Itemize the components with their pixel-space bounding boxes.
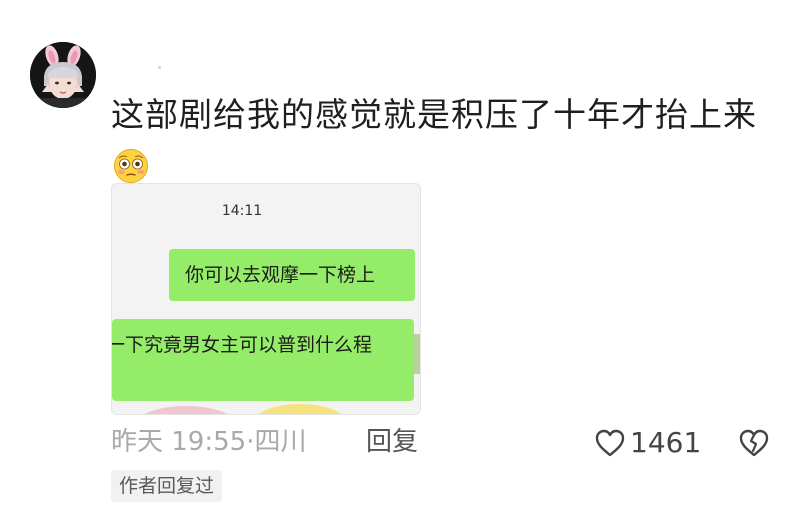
comment-item: 这部剧给我的感觉就是积压了十年才抬上来 14:11 你可以去观摩一下榜上 一下究… [0, 0, 800, 523]
attached-chat-screenshot[interactable]: 14:11 你可以去观摩一下榜上 一下究竟男女主可以普到什么程 [111, 183, 421, 415]
chat-bubble-2-edge [414, 334, 420, 374]
username-placeholder [158, 66, 161, 69]
user-avatar[interactable] [30, 42, 96, 108]
comment-time-location: 昨天 19:55·四川 [111, 427, 307, 457]
like-button[interactable]: 1461 [594, 425, 701, 461]
heart-outline-icon [595, 429, 625, 457]
like-count: 1461 [630, 426, 702, 459]
avatar-image [30, 42, 96, 108]
comment-text-content: 这部剧给我的感觉就是积压了十年才抬上来 [111, 95, 757, 134]
chat-timestamp: 14:11 [221, 203, 263, 219]
dislike-button[interactable] [738, 427, 770, 459]
flushed-face-emoji-icon [114, 149, 148, 183]
chat-bubble-1: 你可以去观摩一下榜上 [169, 249, 415, 301]
chat-bubble-2: 一下究竟男女主可以普到什么程 [112, 319, 414, 401]
broken-heart-icon [739, 429, 769, 457]
comment-text: 这部剧给我的感觉就是积压了十年才抬上来 [111, 88, 771, 194]
author-replied-badge: 作者回复过 [111, 470, 223, 502]
reply-button[interactable]: 回复 [366, 422, 418, 462]
